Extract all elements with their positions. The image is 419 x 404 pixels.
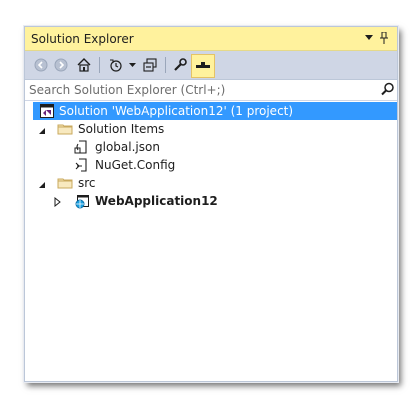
dropdown-icon[interactable] bbox=[127, 55, 137, 75]
tree-item-nuget-config[interactable]: NuGet.Config bbox=[25, 156, 397, 174]
nuget-config-label: NuGet.Config bbox=[95, 158, 176, 172]
back-icon[interactable] bbox=[33, 55, 49, 75]
folder-icon bbox=[57, 175, 73, 191]
toolbar-separator bbox=[165, 57, 166, 73]
pin-icon[interactable] bbox=[377, 31, 391, 45]
tree-item-src[interactable]: src bbox=[25, 174, 397, 192]
home-icon[interactable] bbox=[75, 55, 93, 75]
solution-items-label: Solution Items bbox=[78, 122, 165, 136]
solution-tree: Solution 'WebApplication12' (1 project) … bbox=[25, 102, 397, 381]
src-label: src bbox=[78, 176, 96, 190]
search-input[interactable] bbox=[29, 82, 365, 98]
tree-item-global-json[interactable]: global.json bbox=[25, 138, 397, 156]
panel-title: Solution Explorer bbox=[31, 32, 134, 46]
toolbar bbox=[25, 51, 397, 80]
solution-icon bbox=[39, 103, 55, 119]
history-icon[interactable] bbox=[107, 55, 125, 75]
config-file-icon bbox=[74, 157, 90, 173]
project-label: WebApplication12 bbox=[95, 194, 218, 208]
web-project-icon bbox=[74, 193, 90, 209]
solution-label: Solution 'WebApplication12' (1 project) bbox=[59, 104, 294, 118]
collapsed-arrow-icon[interactable] bbox=[54, 196, 64, 208]
search-icon[interactable] bbox=[381, 82, 395, 99]
toolbar-separator bbox=[99, 57, 100, 73]
tree-item-solution-items[interactable]: Solution Items bbox=[25, 120, 397, 138]
tree-item-solution[interactable]: Solution 'WebApplication12' (1 project) bbox=[33, 102, 397, 120]
folder-icon bbox=[57, 121, 73, 137]
expanded-arrow-icon[interactable] bbox=[38, 124, 48, 134]
tree-item-project[interactable]: WebApplication12 bbox=[25, 192, 397, 210]
window-position-dropdown-icon[interactable] bbox=[362, 31, 376, 45]
properties-wrench-icon[interactable] bbox=[171, 55, 189, 75]
json-file-icon bbox=[74, 139, 90, 155]
preview-icon[interactable] bbox=[191, 54, 215, 78]
expanded-arrow-icon[interactable] bbox=[38, 178, 48, 188]
solution-explorer-panel: Solution Explorer Search Solution Explor… bbox=[24, 26, 398, 382]
global-json-label: global.json bbox=[95, 140, 160, 154]
search-bar bbox=[25, 80, 397, 101]
collapse-all-icon[interactable] bbox=[141, 55, 159, 75]
forward-icon[interactable] bbox=[53, 55, 69, 75]
title-bar: Solution Explorer bbox=[25, 27, 397, 51]
